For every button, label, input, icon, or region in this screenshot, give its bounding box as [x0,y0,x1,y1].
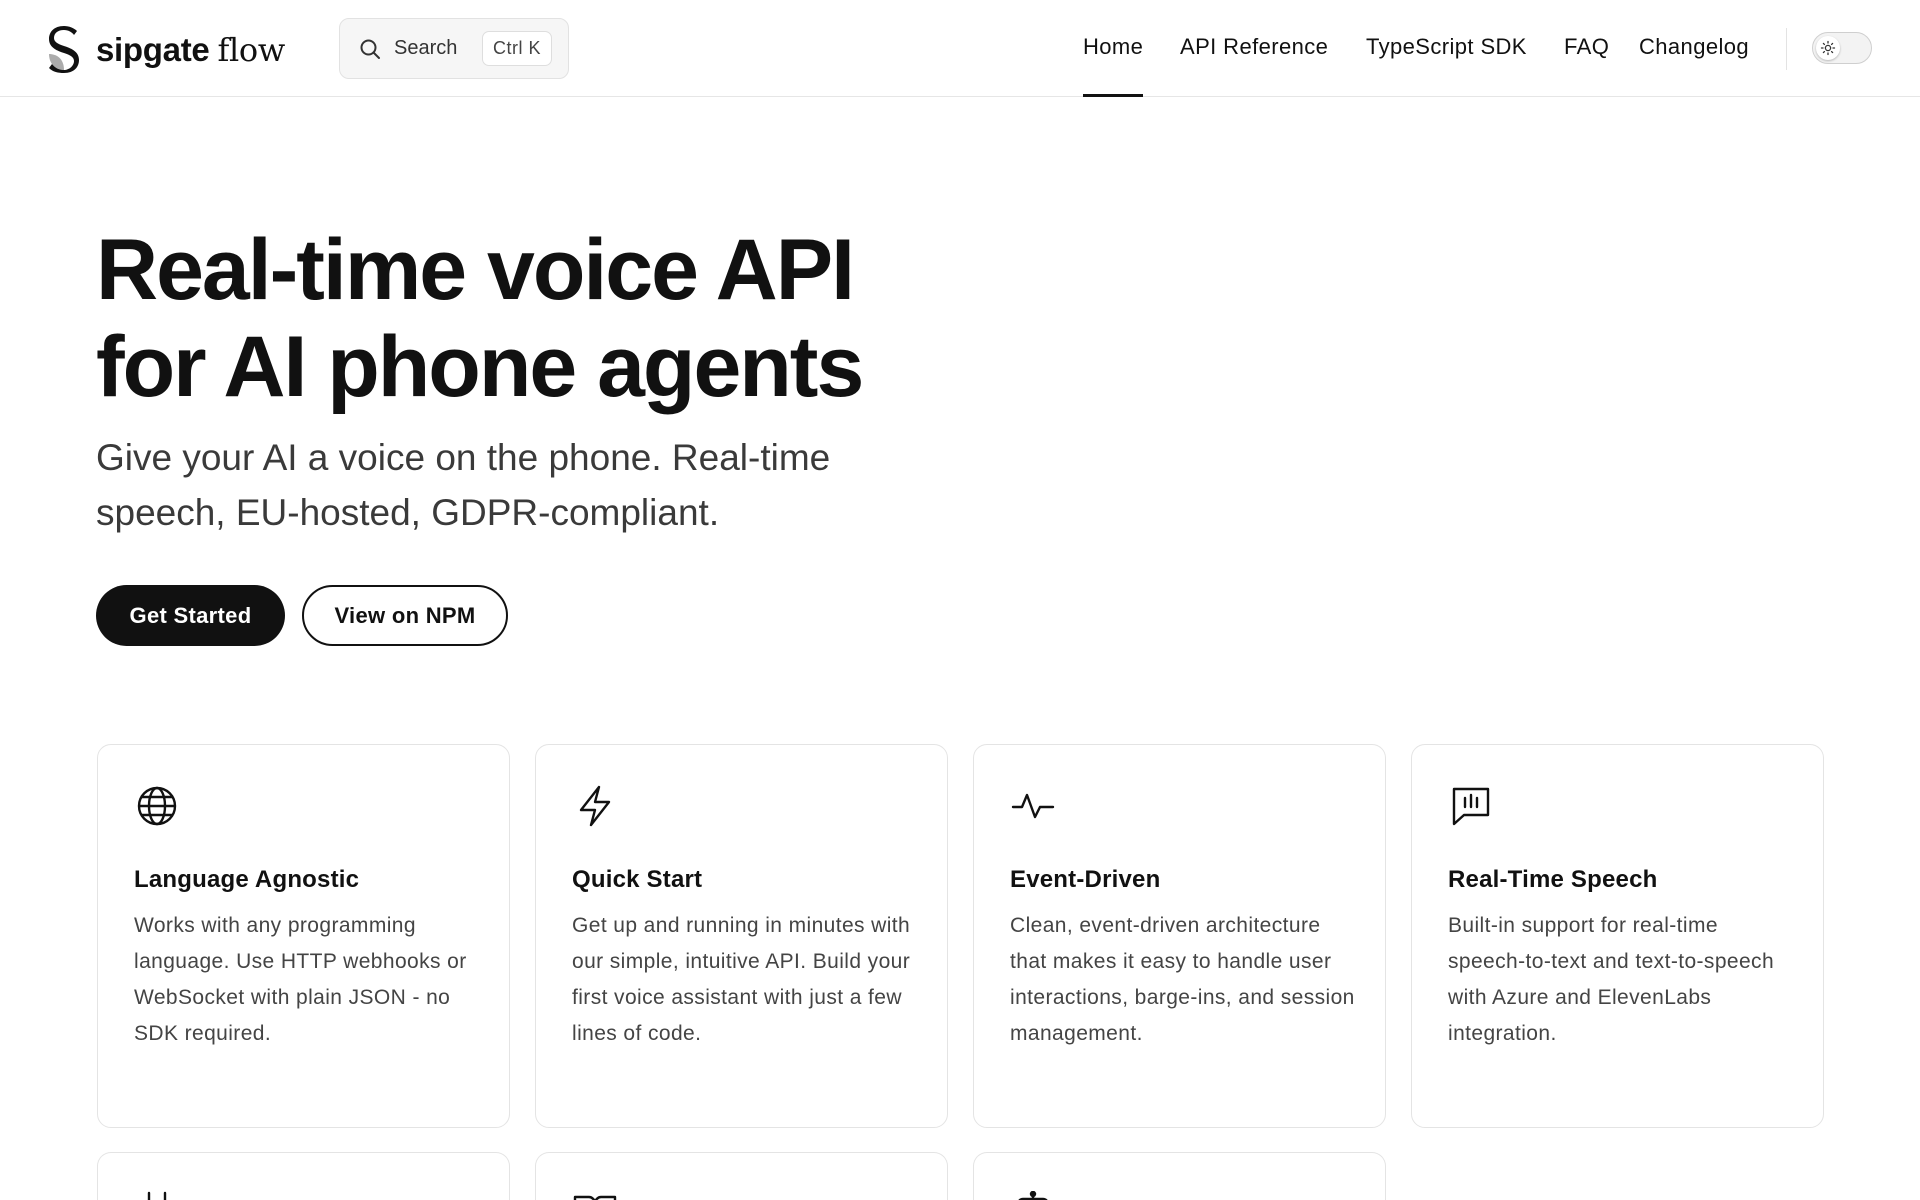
plug-icon [147,1191,167,1200]
feature-description: Built-in support for real-time speech-to… [1448,914,1775,1045]
hero-title-line-2: for AI phone agents [96,319,864,415]
bot-icon [1018,1191,1048,1200]
sun-icon [1820,40,1836,56]
nav-home[interactable]: Home [1083,34,1143,60]
search-icon [360,39,380,59]
nav-changelog[interactable]: Changelog [1639,34,1749,60]
logo-text: sipgate flow [96,33,285,66]
nav-typescript-sdk[interactable]: TypeScript SDK [1366,34,1527,60]
feature-title: Real-Time Speech [1448,866,1658,893]
logo-brand: sipgate [96,30,210,68]
nav-active-indicator [1083,94,1143,97]
feature-card-partial-3 [973,1152,1386,1200]
feature-title: Quick Start [572,866,703,893]
search-label: Search [394,37,458,59]
feature-card-language-agnostic: Language Agnostic Works with any program… [97,744,510,1128]
lightning-icon [579,785,611,827]
feature-card-quick-start: Quick Start Get up and running in minute… [535,744,948,1128]
logo-product: flow [217,30,285,69]
search-shortcut: Ctrl K [482,31,552,66]
search-button[interactable]: Search Ctrl K [339,18,569,79]
view-on-npm-button[interactable]: View on NPM [302,585,508,646]
book-icon [573,1195,617,1200]
activity-icon [1011,793,1055,819]
get-started-button[interactable]: Get Started [96,585,285,646]
theme-toggle[interactable] [1812,32,1872,64]
top-header: sipgate flow Search Ctrl K Home API Refer… [0,0,1920,97]
nav-divider [1786,28,1787,70]
feature-description: Works with any programming language. Use… [134,914,467,1045]
feature-card-event-driven: Event-Driven Clean, event-driven archite… [973,744,1386,1128]
feature-title: Event-Driven [1010,866,1161,893]
feature-card-real-time-speech: Real-Time Speech Built-in support for re… [1411,744,1824,1128]
theme-toggle-knob [1816,36,1840,60]
feature-card-partial-1 [97,1152,510,1200]
globe-icon [137,786,177,826]
hero-title-line-1: Real-time voice API [96,222,855,318]
sipgate-logo-icon [49,26,79,73]
hero-title: Real-time voice API for AI phone agents [96,222,996,416]
logo[interactable]: sipgate flow [46,24,285,74]
feature-description: Get up and running in minutes with our s… [572,914,911,1045]
feature-title: Language Agnostic [134,866,360,893]
speech-bubble-icon [1452,787,1490,826]
nav-api-reference[interactable]: API Reference [1180,34,1328,60]
feature-description: Clean, event-driven architecture that ma… [1010,914,1355,1045]
nav-faq[interactable]: FAQ [1564,34,1609,60]
hero-subtitle: Give your AI a voice on the phone. Real-… [96,437,831,533]
feature-card-partial-2 [535,1152,948,1200]
